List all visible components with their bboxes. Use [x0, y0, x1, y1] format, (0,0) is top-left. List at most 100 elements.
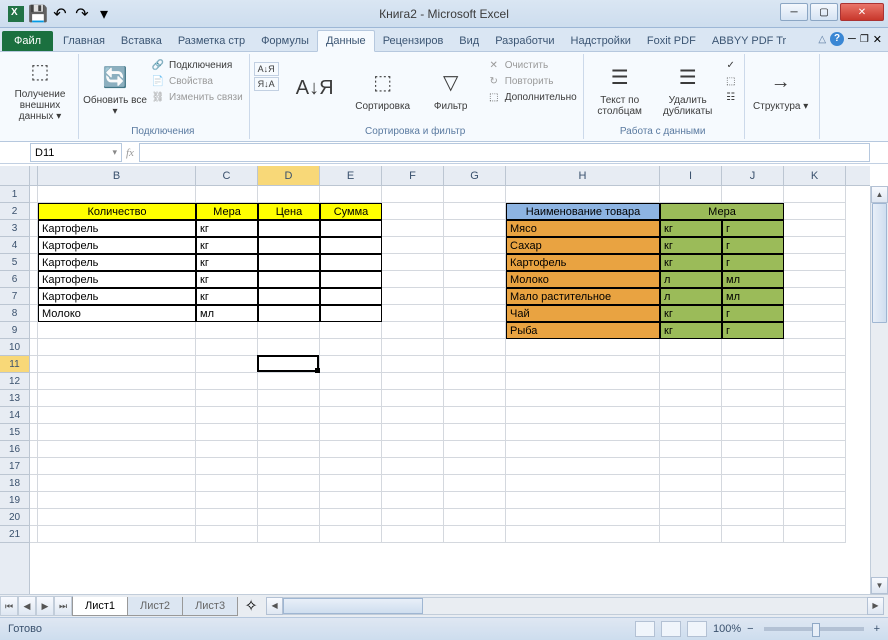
cell-empty[interactable]	[38, 458, 196, 475]
tab-5[interactable]: Рецензиров	[375, 31, 452, 51]
cell-empty[interactable]	[258, 407, 320, 424]
zoom-in-button[interactable]: +	[874, 623, 880, 635]
cell-empty[interactable]	[722, 339, 784, 356]
cell-empty[interactable]	[660, 424, 722, 441]
cell-empty[interactable]	[382, 339, 444, 356]
cell-empty[interactable]	[784, 492, 846, 509]
cell-empty[interactable]	[382, 475, 444, 492]
cell-empty[interactable]	[196, 475, 258, 492]
cell-empty[interactable]	[30, 424, 38, 441]
col-header-H[interactable]: H	[506, 166, 660, 185]
cell-B5[interactable]: Картофель	[38, 254, 196, 271]
cell-empty[interactable]	[722, 441, 784, 458]
cell-empty[interactable]	[506, 407, 660, 424]
cell-empty[interactable]	[444, 203, 506, 220]
col-header-E[interactable]: E	[320, 166, 382, 185]
cell-I7[interactable]: л	[660, 288, 722, 305]
cell-empty[interactable]	[660, 373, 722, 390]
sheet-nav-first[interactable]: ⏮	[0, 596, 18, 616]
cell-empty[interactable]	[30, 339, 38, 356]
cell-empty[interactable]	[722, 186, 784, 203]
row-header-5[interactable]: 5	[0, 254, 29, 271]
cell-empty[interactable]	[320, 475, 382, 492]
cell-empty[interactable]	[382, 390, 444, 407]
scroll-down-icon[interactable]: ▼	[871, 577, 888, 594]
cell-empty[interactable]	[444, 356, 506, 373]
cell-empty[interactable]	[506, 458, 660, 475]
row-header-17[interactable]: 17	[0, 458, 29, 475]
ribbon-big-btn[interactable]: A↓Я	[283, 56, 347, 122]
formula-input[interactable]	[139, 143, 870, 162]
cell-empty[interactable]	[784, 458, 846, 475]
col-header-K[interactable]: K	[784, 166, 846, 185]
cell-empty[interactable]	[320, 322, 382, 339]
cell-empty[interactable]	[784, 305, 846, 322]
tab-7[interactable]: Разработчи	[487, 31, 562, 51]
row-header-6[interactable]: 6	[0, 271, 29, 288]
cell-empty[interactable]	[38, 407, 196, 424]
cell-empty[interactable]	[38, 424, 196, 441]
tab-6[interactable]: Вид	[451, 31, 487, 51]
cell-empty[interactable]	[784, 288, 846, 305]
cell-empty[interactable]	[382, 373, 444, 390]
minimize-button[interactable]: ─	[780, 3, 808, 21]
cell-empty[interactable]	[506, 492, 660, 509]
ribbon-big-btn[interactable]: 🔄Обновить все ▾	[83, 56, 147, 122]
save-button[interactable]: 💾	[28, 4, 48, 24]
cell-empty[interactable]	[444, 390, 506, 407]
cell-empty[interactable]	[38, 390, 196, 407]
ribbon-big-btn[interactable]: ▽Фильтр	[419, 56, 483, 122]
cell-empty[interactable]	[38, 186, 196, 203]
ribbon-small-btn[interactable]: ☷	[724, 90, 738, 104]
cell-empty[interactable]	[660, 492, 722, 509]
tab-file[interactable]: Файл	[2, 31, 53, 51]
cell-empty[interactable]	[660, 407, 722, 424]
workbook-minimize[interactable]: ─	[848, 33, 856, 45]
row-header-9[interactable]: 9	[0, 322, 29, 339]
cell-empty[interactable]	[320, 186, 382, 203]
cell-empty[interactable]	[444, 305, 506, 322]
cell-D5[interactable]	[258, 254, 320, 271]
cell-empty[interactable]	[660, 509, 722, 526]
view-normal-button[interactable]	[635, 621, 655, 637]
cell-empty[interactable]	[444, 322, 506, 339]
cell-empty[interactable]	[722, 526, 784, 543]
cell-empty[interactable]	[382, 356, 444, 373]
cell-empty[interactable]	[382, 220, 444, 237]
cell-H2[interactable]: Наименование товара	[506, 203, 660, 220]
cell-C8[interactable]: мл	[196, 305, 258, 322]
cell-empty[interactable]	[382, 441, 444, 458]
cell-empty[interactable]	[506, 509, 660, 526]
sort-btn[interactable]: Я↓А	[254, 77, 279, 91]
row-header-16[interactable]: 16	[0, 441, 29, 458]
cell-empty[interactable]	[30, 390, 38, 407]
row-header-10[interactable]: 10	[0, 339, 29, 356]
sheet-tab-1[interactable]: Лист2	[127, 597, 183, 616]
cell-empty[interactable]	[30, 475, 38, 492]
row-header-20[interactable]: 20	[0, 509, 29, 526]
cell-empty[interactable]	[444, 492, 506, 509]
cell-E5[interactable]	[320, 254, 382, 271]
cell-empty[interactable]	[30, 407, 38, 424]
cell-E6[interactable]	[320, 271, 382, 288]
cell-empty[interactable]	[320, 373, 382, 390]
cell-I4[interactable]: кг	[660, 237, 722, 254]
cell-empty[interactable]	[30, 271, 38, 288]
scroll-left-icon[interactable]: ◀	[266, 597, 283, 615]
cell-empty[interactable]	[722, 356, 784, 373]
cell-I8[interactable]: кг	[660, 305, 722, 322]
cell-empty[interactable]	[660, 390, 722, 407]
cell-empty[interactable]	[784, 339, 846, 356]
vscroll-thumb[interactable]	[872, 203, 887, 323]
row-header-15[interactable]: 15	[0, 424, 29, 441]
row-header-11[interactable]: 11	[0, 356, 29, 373]
cell-empty[interactable]	[38, 373, 196, 390]
cell-B8[interactable]: Молоко	[38, 305, 196, 322]
cell-empty[interactable]	[382, 186, 444, 203]
cell-empty[interactable]	[258, 509, 320, 526]
tab-3[interactable]: Формулы	[253, 31, 317, 51]
cell-empty[interactable]	[382, 526, 444, 543]
cell-empty[interactable]	[784, 220, 846, 237]
workbook-restore[interactable]: ❐	[860, 34, 869, 45]
new-sheet-button[interactable]: ✧	[240, 597, 262, 615]
